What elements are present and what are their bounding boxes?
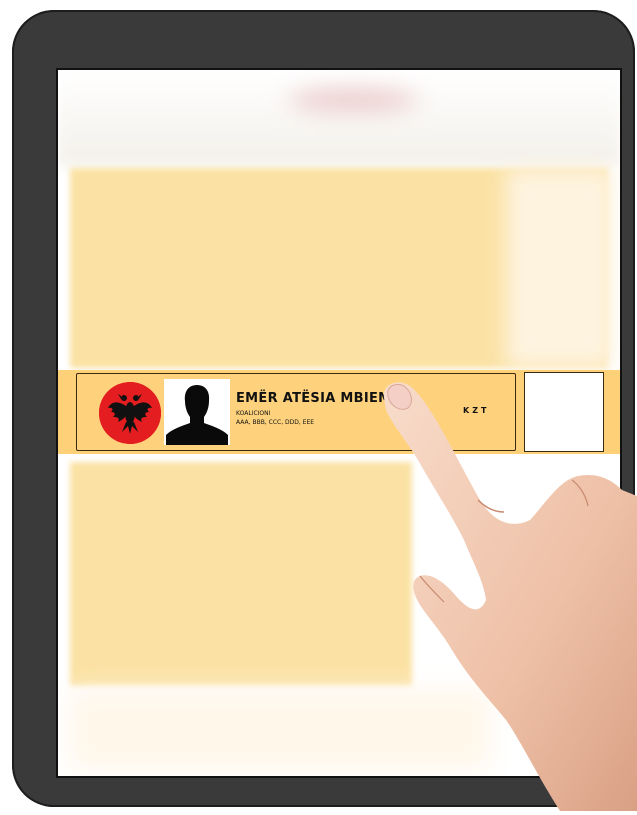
candidate-row[interactable]: EMËR ATËSIA MBIEMËR KOALICIONI AAA, BBB,… bbox=[58, 370, 620, 454]
candidate-name: EMËR ATËSIA MBIEMËR bbox=[236, 391, 411, 406]
blurred-ballot-panel-bottom bbox=[70, 462, 412, 686]
albanian-eagle-icon bbox=[99, 382, 161, 444]
blurred-ballot-footer bbox=[70, 690, 490, 770]
coalition-label: KOALICIONI bbox=[236, 410, 271, 417]
candidate-card[interactable]: EMËR ATËSIA MBIEMËR KOALICIONI AAA, BBB,… bbox=[76, 373, 516, 451]
candidate-code: KZT bbox=[463, 406, 490, 415]
blurred-ballot-panel-top-right bbox=[506, 168, 614, 368]
blurred-header bbox=[58, 70, 620, 166]
vote-checkbox[interactable] bbox=[524, 372, 604, 452]
tablet-screen: EMËR ATËSIA MBIEMËR KOALICIONI AAA, BBB,… bbox=[56, 68, 622, 778]
coalition-parties: AAA, BBB, CCC, DDD, EEE bbox=[236, 419, 315, 426]
person-silhouette-icon bbox=[164, 379, 230, 445]
tablet-frame: EMËR ATËSIA MBIEMËR KOALICIONI AAA, BBB,… bbox=[12, 10, 635, 807]
